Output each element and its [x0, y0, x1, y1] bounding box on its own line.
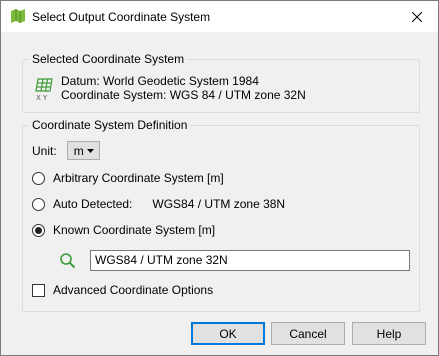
app-map-icon: [11, 9, 25, 23]
advanced-options-checkbox[interactable]: [32, 283, 45, 297]
unit-row: Unit: m: [32, 141, 100, 160]
coordinate-grid-icon: X Y: [35, 78, 53, 101]
selected-cs-info: Datum: World Geodetic System 1984 Coordi…: [61, 74, 306, 102]
chevron-down-icon: [86, 148, 94, 153]
option-arbitrary[interactable]: Arbitrary Coordinate System [m]: [32, 171, 224, 185]
ok-button[interactable]: OK: [191, 322, 265, 345]
radio-arbitrary[interactable]: [32, 171, 45, 185]
close-icon: [412, 11, 422, 22]
help-button[interactable]: Help: [352, 322, 426, 345]
datum-text: Datum: World Geodetic System 1984: [61, 74, 259, 88]
unit-label: Unit:: [32, 143, 57, 158]
selected-coordinate-system-group: Selected Coordinate System X Y Datum: Wo…: [22, 52, 420, 113]
option-arbitrary-label: Arbitrary Coordinate System [m]: [53, 171, 224, 185]
coordinate-system-definition-group: Coordinate System Definition Unit: m Arb…: [22, 118, 420, 312]
close-button[interactable]: [396, 1, 438, 32]
definition-group-title: Coordinate System Definition: [29, 118, 191, 132]
known-coordinate-system-input[interactable]: WGS84 / UTM zone 32N: [90, 250, 410, 271]
option-known-label: Known Coordinate System [m]: [53, 223, 216, 237]
coordinate-system-text: Coordinate System: WGS 84 / UTM zone 32N: [61, 88, 306, 102]
svg-text:X Y: X Y: [36, 94, 48, 101]
cancel-button[interactable]: Cancel: [271, 322, 345, 345]
option-auto-detected-label: Auto Detected:: [53, 197, 133, 211]
title-bar: Select Output Coordinate System: [1, 1, 438, 32]
advanced-options-row[interactable]: Advanced Coordinate Options: [32, 283, 213, 297]
selected-group-title: Selected Coordinate System: [29, 52, 188, 66]
advanced-options-label: Advanced Coordinate Options: [53, 283, 214, 297]
option-known[interactable]: Known Coordinate System [m]: [32, 223, 215, 237]
window-title: Select Output Coordinate System: [32, 10, 211, 24]
radio-known[interactable]: [32, 223, 45, 237]
unit-select-value: m: [73, 143, 84, 158]
unit-select[interactable]: m: [66, 141, 100, 160]
search-icon[interactable]: [59, 252, 76, 269]
radio-auto-detected[interactable]: [32, 197, 45, 211]
auto-detected-value: WGS84 / UTM zone 38N: [152, 197, 286, 211]
radio-selected-dot: [35, 226, 42, 234]
option-auto-detected[interactable]: Auto Detected: WGS84 / UTM zone 38N: [32, 197, 285, 211]
select-output-coordinate-system-dialog: Select Output Coordinate System Selected…: [0, 0, 439, 356]
